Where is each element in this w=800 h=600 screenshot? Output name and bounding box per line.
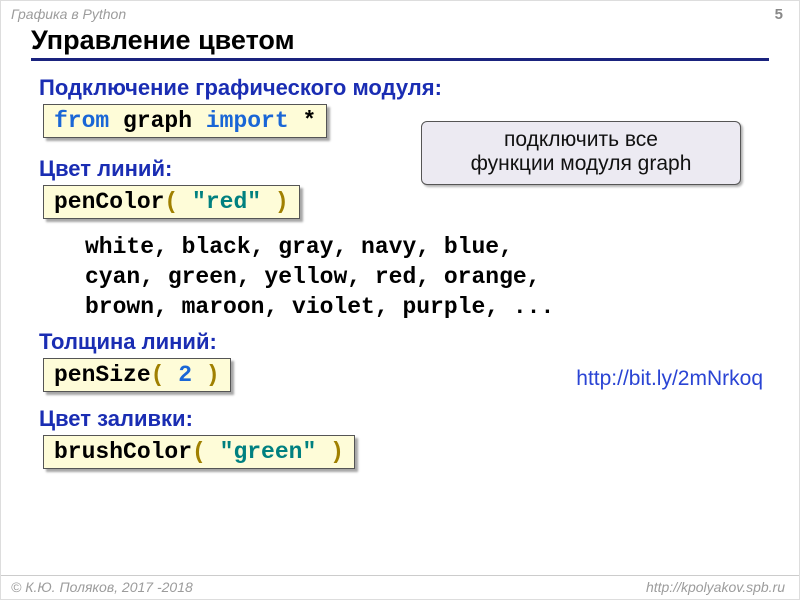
fn-pencolor: penColor: [54, 189, 164, 215]
callout-line-1: подключить все: [430, 128, 732, 152]
copyright: © К.Ю. Поляков, 2017 -2018: [11, 579, 193, 595]
fn-brushcolor: brushColor: [54, 439, 192, 465]
section-brush-label: Цвет заливки:: [39, 406, 769, 432]
callout-line-2: функции модуля graph: [430, 152, 732, 176]
color-list: white, black, gray, navy, blue, cyan, gr…: [85, 233, 769, 323]
arg-red: "red": [192, 189, 261, 215]
section-connect-label: Подключение графического модуля:: [39, 75, 769, 101]
paren-close-3: ): [316, 439, 344, 465]
author-url: http://kpolyakov.spb.ru: [646, 579, 785, 595]
slide-title: Управление цветом: [31, 25, 769, 61]
arg-2: 2: [178, 362, 192, 388]
code-brushcolor: brushColor( "green" ): [43, 435, 355, 469]
paren-close-2: ): [192, 362, 220, 388]
paren-open: (: [164, 189, 192, 215]
callout-box: подключить все функции модуля graph: [421, 121, 741, 185]
topic-label: Графика в Python: [11, 6, 126, 22]
slide-footer: © К.Ю. Поляков, 2017 -2018 http://kpolya…: [1, 575, 799, 599]
module-name: graph: [109, 108, 206, 134]
slide-header: Графика в Python 5: [1, 1, 799, 25]
code-pensize: penSize( 2 ): [43, 358, 231, 392]
code-import: from graph import *: [43, 104, 327, 138]
code-pencolor: penColor( "red" ): [43, 185, 300, 219]
section-pensize-label: Толщина линий:: [39, 329, 769, 355]
import-star: *: [289, 108, 317, 134]
kw-from: from: [54, 108, 109, 134]
page-number: 5: [775, 6, 783, 23]
arg-green: "green": [220, 439, 317, 465]
paren-open-3: (: [192, 439, 220, 465]
fn-pensize: penSize: [54, 362, 151, 388]
bitly-link[interactable]: http://bit.ly/2mNrkoq: [576, 367, 763, 391]
paren-close: ): [261, 189, 289, 215]
kw-import: import: [206, 108, 289, 134]
paren-open-2: (: [151, 362, 179, 388]
